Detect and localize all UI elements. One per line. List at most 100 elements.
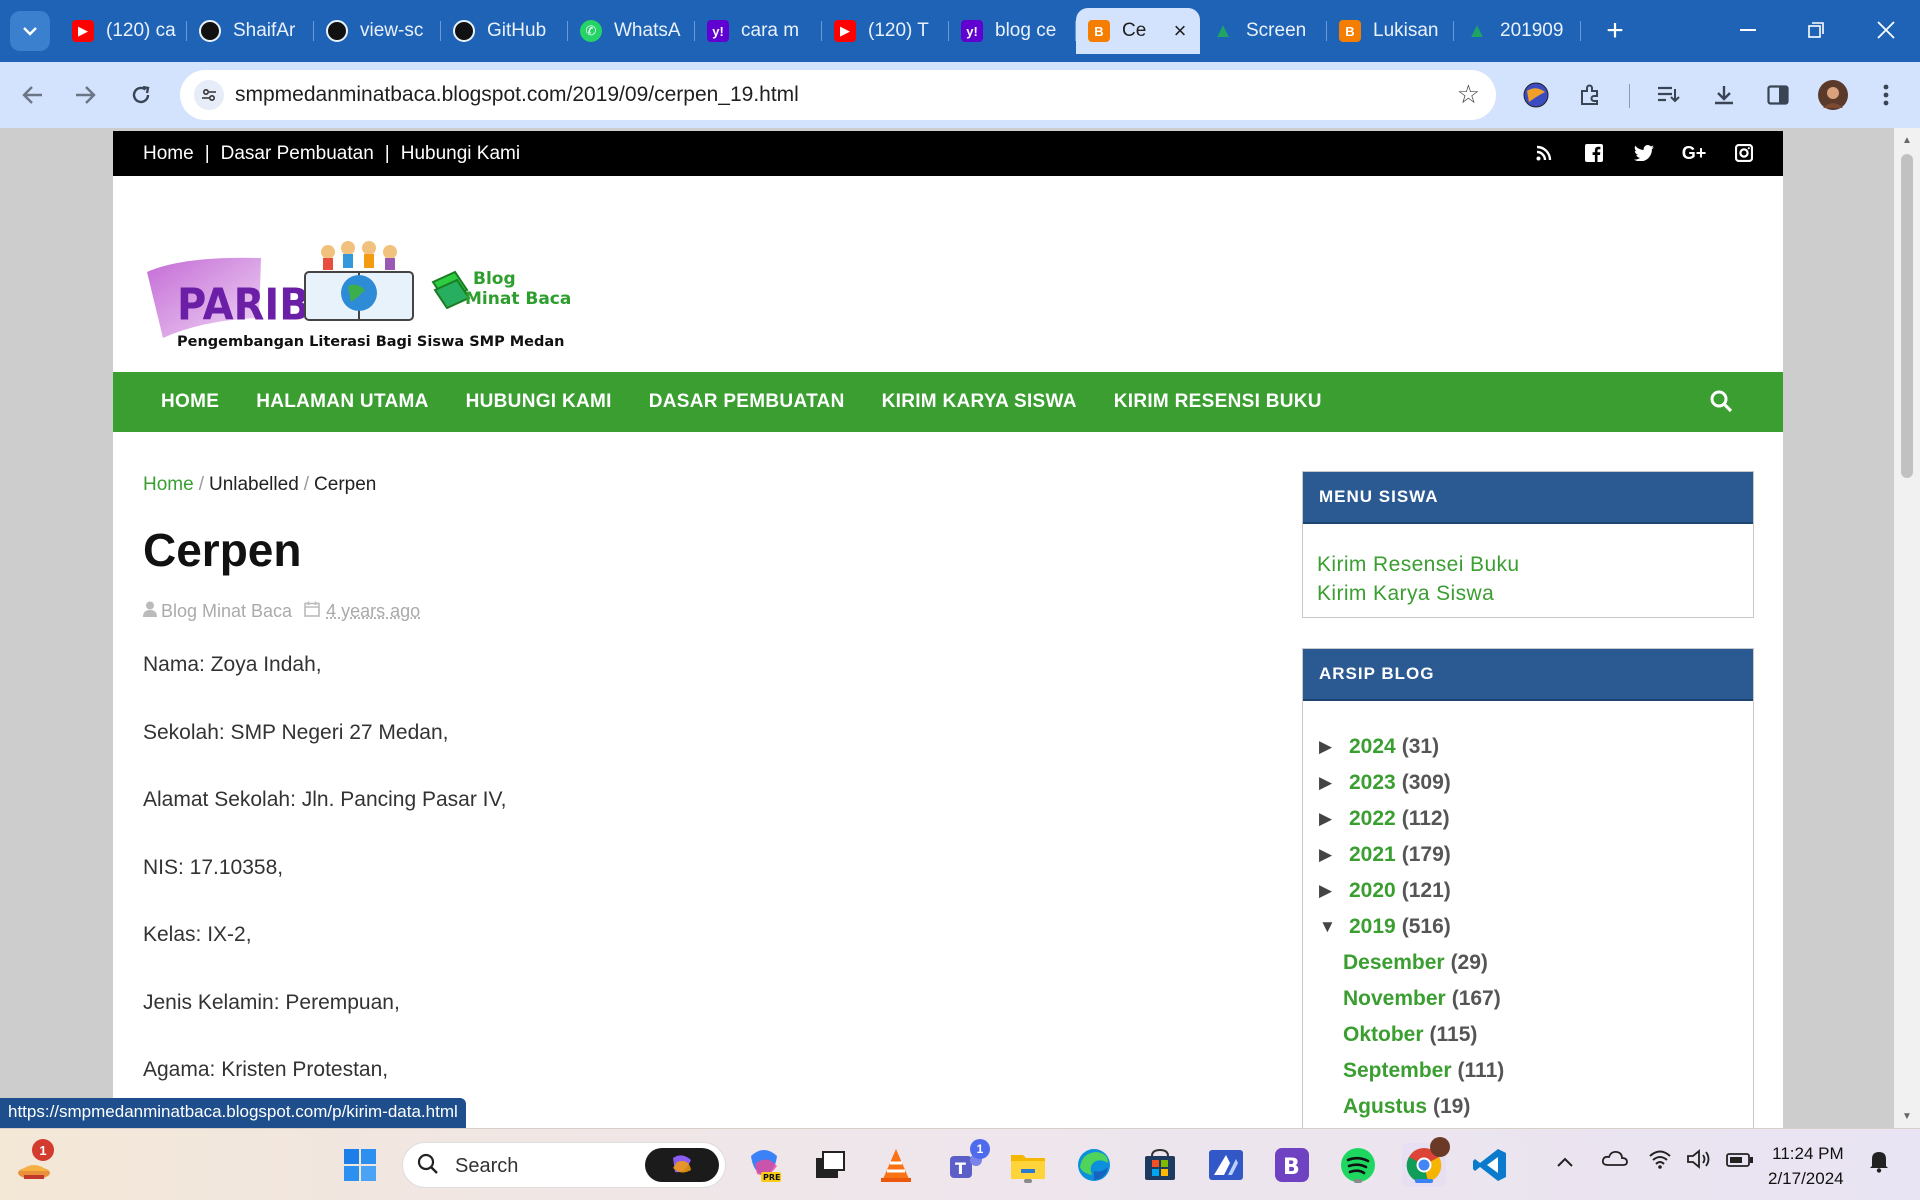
archive-year-2022[interactable]: ▶ 2022 (112) (1319, 801, 1737, 837)
archive-year-2021[interactable]: ▶ 2021 (179) (1319, 837, 1737, 873)
site-info-icon[interactable] (194, 80, 224, 110)
browser-tab[interactable]: view-sc (314, 8, 441, 54)
expand-triangle-icon[interactable]: ▼ (1319, 917, 1349, 937)
archive-month-label[interactable]: Agustus (1343, 1095, 1427, 1119)
archive-month[interactable]: Oktober (115) (1319, 1017, 1737, 1053)
taskbar-search[interactable]: Search (402, 1142, 726, 1188)
forward-button[interactable] (66, 76, 104, 114)
instagram-icon[interactable] (1733, 140, 1755, 166)
show-hidden-icons-chevron[interactable] (1556, 1151, 1574, 1174)
scroll-up-arrow[interactable]: ▲ (1894, 130, 1920, 150)
archive-year-label[interactable]: 2022 (1349, 807, 1396, 831)
new-tab-button[interactable]: + (1598, 14, 1632, 48)
post-date[interactable]: 4 years ago (326, 601, 420, 622)
collapse-triangle-icon[interactable]: ▶ (1319, 881, 1349, 901)
extensions-puzzle-icon[interactable] (1572, 77, 1608, 113)
page-scrollbar[interactable]: ▲ ▼ (1894, 128, 1920, 1128)
twitter-icon[interactable] (1633, 140, 1655, 166)
nav-kirim-karya-siswa[interactable]: KIRIM KARYA SISWA (882, 391, 1077, 413)
top-link-dasar-pembuatan[interactable]: Dasar Pembuatan (221, 143, 374, 165)
wifi-icon[interactable] (1648, 1149, 1672, 1175)
vlc-icon[interactable] (874, 1143, 918, 1187)
bookmark-star-icon[interactable]: ☆ (1457, 79, 1480, 110)
archive-month-label[interactable]: September (1343, 1059, 1452, 1083)
archive-year-label[interactable]: 2023 (1349, 771, 1396, 795)
facebook-icon[interactable] (1583, 140, 1605, 166)
browser-tab[interactable]: y! blog ce (949, 8, 1076, 54)
google-plus-icon[interactable]: G+ (1682, 140, 1707, 166)
site-logo[interactable]: PARIBAN Blog Minat Baca Pengembangan Lit… (143, 238, 583, 358)
post-author[interactable]: Blog Minat Baca (161, 601, 292, 622)
nav-hubungi-kami[interactable]: HUBUNGI KAMI (466, 391, 612, 413)
archive-month-label[interactable]: Oktober (1343, 1023, 1424, 1047)
archive-month-label[interactable]: Desember (1343, 951, 1445, 975)
task-view-icon[interactable] (808, 1143, 852, 1187)
scroll-thumb[interactable] (1901, 154, 1913, 478)
search-icon[interactable] (1709, 389, 1735, 415)
file-explorer-icon[interactable] (1006, 1143, 1050, 1187)
nav-kirim-resensi-buku[interactable]: KIRIM RESENSI BUKU (1114, 391, 1322, 413)
collapse-triangle-icon[interactable]: ▶ (1319, 773, 1349, 793)
extension-globe-icon[interactable] (1518, 77, 1554, 113)
bootstrap-icon[interactable]: B (1270, 1143, 1314, 1187)
archive-month[interactable]: November (167) (1319, 981, 1737, 1017)
restore-button[interactable] (1794, 10, 1838, 50)
tab-active[interactable]: B Ce × (1076, 8, 1200, 54)
browser-tab[interactable]: ✆ WhatsA (568, 8, 695, 54)
close-tab-icon[interactable]: × (1170, 18, 1190, 44)
browser-tab[interactable]: B Lukisan (1327, 8, 1454, 54)
chrome-icon[interactable] (1402, 1137, 1450, 1187)
breadcrumb-home[interactable]: Home (143, 474, 194, 495)
archive-year-label[interactable]: 2019 (1349, 915, 1396, 939)
browser-tab[interactable]: y! cara m (695, 8, 822, 54)
browser-tab[interactable]: ShaifAr (187, 8, 314, 54)
spotify-icon[interactable] (1336, 1143, 1380, 1187)
browser-tab[interactable]: GitHub (441, 8, 568, 54)
browser-tab[interactable]: ▲ 201909 (1454, 8, 1581, 54)
reload-button[interactable] (122, 76, 160, 114)
address-bar[interactable]: smpmedanminatbaca.blogspot.com/2019/09/c… (180, 70, 1496, 120)
close-window-button[interactable] (1864, 10, 1908, 50)
notification-bell-icon[interactable] (1868, 1149, 1890, 1179)
volume-icon[interactable] (1686, 1149, 1712, 1175)
nav-dasar-pembuatan[interactable]: DASAR PEMBUATAN (649, 391, 845, 413)
archive-year-label[interactable]: 2020 (1349, 879, 1396, 903)
archive-month[interactable]: September (111) (1319, 1053, 1737, 1089)
archive-year-2024[interactable]: ▶ 2024 (31) (1319, 729, 1737, 765)
browser-tab[interactable]: ▶ (120) ca (60, 8, 187, 54)
browser-tab[interactable]: ▲ Screen (1200, 8, 1327, 54)
top-link-hubungi-kami[interactable]: Hubungi Kami (401, 143, 520, 165)
onedrive-icon[interactable] (1601, 1149, 1628, 1173)
archive-month[interactable]: Agustus (19) (1319, 1089, 1737, 1125)
power-automate-icon[interactable] (1204, 1143, 1248, 1187)
archive-year-label[interactable]: 2024 (1349, 735, 1396, 759)
download-icon[interactable] (1706, 77, 1742, 113)
vscode-icon[interactable] (1468, 1143, 1512, 1187)
reading-list-icon[interactable] (1650, 77, 1686, 113)
copilot-pre-icon[interactable]: PRE (742, 1143, 786, 1187)
collapse-triangle-icon[interactable]: ▶ (1319, 845, 1349, 865)
profile-avatar[interactable] (1815, 77, 1851, 113)
archive-year-2019[interactable]: ▼ 2019 (516) (1319, 909, 1737, 945)
battery-icon[interactable] (1726, 1151, 1754, 1174)
url-text[interactable]: smpmedanminatbaca.blogspot.com/2019/09/c… (235, 83, 799, 107)
archive-year-2020[interactable]: ▶ 2020 (121) (1319, 873, 1737, 909)
chrome-menu-icon[interactable] (1868, 77, 1904, 113)
windows-start-button[interactable] (338, 1143, 382, 1187)
side-panel-icon[interactable] (1760, 77, 1796, 113)
microsoft-store-icon[interactable] (1138, 1143, 1182, 1187)
archive-month[interactable]: Desember (29) (1319, 945, 1737, 981)
edge-icon[interactable] (1072, 1143, 1116, 1187)
nav-home[interactable]: HOME (161, 391, 219, 413)
scroll-down-arrow[interactable]: ▼ (1894, 1106, 1920, 1126)
archive-year-2023[interactable]: ▶ 2023 (309) (1319, 765, 1737, 801)
collapse-triangle-icon[interactable]: ▶ (1319, 737, 1349, 757)
browser-tab[interactable]: ▶ (120) T (822, 8, 949, 54)
minimize-button[interactable] (1726, 10, 1770, 50)
top-link-home[interactable]: Home (143, 143, 194, 165)
taskbar-clock[interactable]: 11:24 PM 2/17/2024 (1768, 1141, 1844, 1191)
nav-halaman-utama[interactable]: HALAMAN UTAMA (256, 391, 428, 413)
archive-year-label[interactable]: 2021 (1349, 843, 1396, 867)
tab-search-button[interactable] (10, 11, 50, 51)
archive-month-label[interactable]: November (1343, 987, 1446, 1011)
